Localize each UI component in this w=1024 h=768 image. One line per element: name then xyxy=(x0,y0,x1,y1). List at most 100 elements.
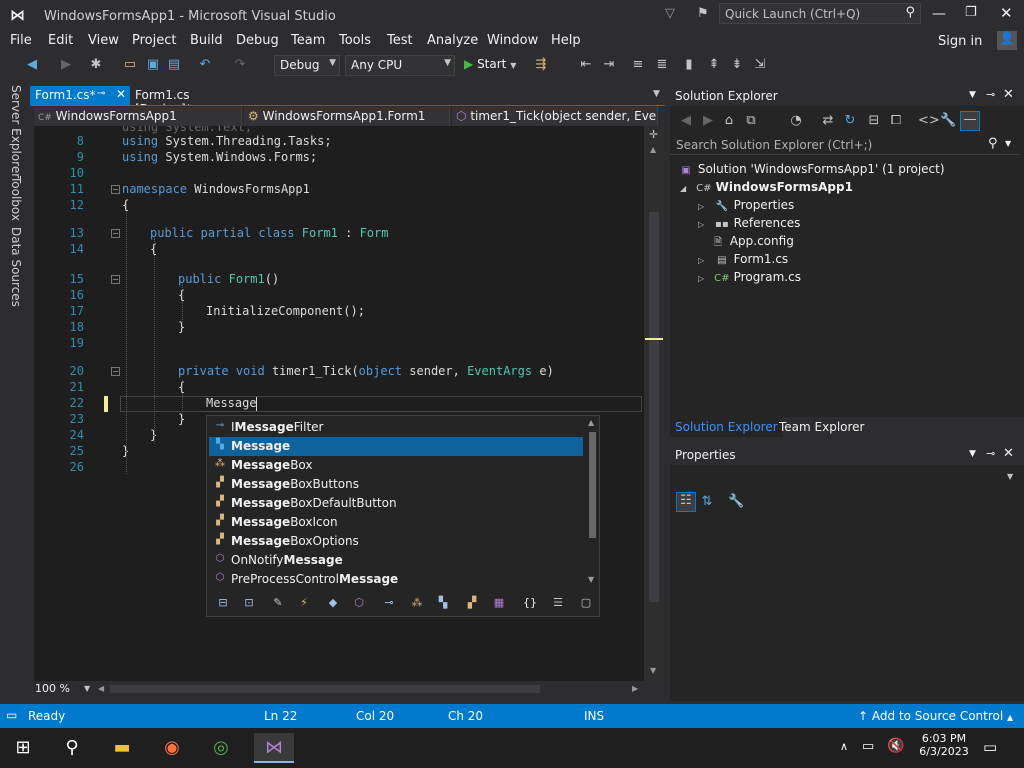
quick-launch-input[interactable]: Quick Launch (Ctrl+Q) ⚲ xyxy=(719,3,921,24)
class-dropdown[interactable]: ⚙ WindowsFormsApp1.Form1 xyxy=(244,107,450,126)
back-icon[interactable]: ◀ xyxy=(678,113,694,129)
solution-configuration-select[interactable]: Debug ▼ xyxy=(274,55,340,76)
filter-modules-icon[interactable]: ▦ xyxy=(491,596,507,612)
preview-selected-icon[interactable]: — xyxy=(960,111,980,131)
chevron-down-icon[interactable]: ▼ xyxy=(969,449,976,459)
filter-classes-icon[interactable]: ⊡ xyxy=(241,596,257,612)
menu-edit[interactable]: Edit xyxy=(48,33,73,48)
menu-debug[interactable]: Debug xyxy=(236,33,279,48)
back-icon[interactable]: ◀ xyxy=(24,57,40,73)
filter-fields-icon[interactable]: ◆ xyxy=(325,596,341,612)
solution-search-input[interactable]: Search Solution Explorer (Ctrl+;) ⚲ ▼ xyxy=(670,135,1020,155)
start-button[interactable]: ▶ Start ▼ xyxy=(464,57,516,71)
close-tab-icon[interactable]: ✕ xyxy=(116,87,126,101)
alphabetical-icon[interactable]: ⇅ xyxy=(699,494,715,510)
tab-form1-cs[interactable]: Form1.cs* ⊸ ✕ xyxy=(30,86,130,105)
filter-icon[interactable]: ▽ xyxy=(665,6,675,21)
forward-icon[interactable]: ▶ xyxy=(700,113,716,129)
expand-popup-icon[interactable]: ▢ xyxy=(578,596,594,612)
pending-changes-icon[interactable]: ◔ xyxy=(788,113,804,129)
solution-platform-select[interactable]: Any CPU ▼ xyxy=(345,55,455,76)
volume-icon[interactable]: 🔇 xyxy=(887,738,904,754)
chevron-down-icon[interactable]: ▼ xyxy=(969,90,976,100)
editor-vertical-scrollbar[interactable]: ✛ ▲ ▼ xyxy=(644,126,664,681)
completion-item[interactable]: ▞ MessageBoxButtons xyxy=(209,475,583,494)
scroll-right-arrow[interactable]: ▶ xyxy=(632,684,638,693)
show-hidden-icons[interactable]: ∧ xyxy=(840,740,848,753)
chrome-icon[interactable]: ◎ xyxy=(206,733,236,763)
open-file-icon[interactable]: ▭ xyxy=(122,57,138,73)
filter-namespaces-icon[interactable]: ⊟ xyxy=(215,596,231,612)
filter-structures-icon[interactable]: ▚ xyxy=(435,596,451,612)
tree-references[interactable]: ▷ ▪▪ References xyxy=(698,216,800,230)
close-icon[interactable]: ✕ xyxy=(1003,446,1014,461)
properties-wrench-icon[interactable]: 🔧 xyxy=(940,113,956,129)
fold-toggle-icon[interactable]: − xyxy=(111,229,120,238)
save-all-icon[interactable]: ▤ xyxy=(166,57,182,73)
completion-item[interactable]: ▞ MessageBoxIcon xyxy=(209,513,583,532)
toolbox-tab[interactable]: Toolbox xyxy=(9,176,23,221)
visual-studio-icon[interactable]: ⋈ xyxy=(254,733,294,763)
notifications-icon[interactable]: ▭ xyxy=(983,738,997,756)
scroll-thumb[interactable] xyxy=(649,212,659,602)
sign-in-link[interactable]: Sign in xyxy=(938,34,982,49)
outdent-icon[interactable]: ≣ xyxy=(654,57,670,73)
collapsed-arrow-icon[interactable]: ▷ xyxy=(698,256,710,265)
menu-test[interactable]: Test xyxy=(387,33,413,48)
zoom-level-select[interactable]: 100 % ▼ xyxy=(32,681,92,697)
menu-window[interactable]: Window xyxy=(487,33,538,48)
scroll-down-arrow[interactable]: ▼ xyxy=(588,575,594,584)
completion-item[interactable]: ⊸ IMessageFilter xyxy=(209,418,583,437)
clock[interactable]: 6:03 PM 6/3/2023 xyxy=(916,732,972,758)
completion-item[interactable]: ⬡ PreProcessControlMessage xyxy=(209,570,583,589)
search-icon[interactable]: ⚲ xyxy=(57,733,87,763)
scroll-thumb[interactable] xyxy=(589,432,596,538)
comment-out-icon[interactable]: ⇤ xyxy=(578,57,594,73)
account-icon[interactable]: 👤 xyxy=(997,31,1017,50)
menu-file[interactable]: File xyxy=(10,33,32,48)
close-icon[interactable]: ✕ xyxy=(1003,87,1014,102)
filter-interfaces-icon[interactable]: ⊸ xyxy=(381,596,397,612)
pin-icon[interactable]: ⊸ xyxy=(986,447,995,460)
completion-item[interactable]: ▞ MessageBoxDefaultButton xyxy=(209,494,583,513)
completion-item[interactable]: ⁂ MessageBox xyxy=(209,456,583,475)
scroll-left-arrow[interactable]: ◀ xyxy=(98,684,104,693)
expanded-arrow-icon[interactable]: ◢ xyxy=(680,184,692,193)
home-icon[interactable]: ⌂ xyxy=(721,113,737,129)
tab-form1-design[interactable]: Form1.cs [Design]* xyxy=(130,86,250,116)
sync-icon[interactable]: ⇄ xyxy=(820,113,836,129)
categorized-icon[interactable]: ☷ xyxy=(676,492,696,512)
new-project-icon[interactable]: ✱ xyxy=(88,57,104,73)
filter-events-icon[interactable]: ⚡ xyxy=(296,596,312,612)
filter-keywords-icon[interactable]: {} xyxy=(522,596,538,612)
bookmark-icon[interactable]: ▮ xyxy=(681,57,697,73)
pin-icon[interactable]: ⊸ xyxy=(97,88,105,99)
file-explorer-icon[interactable]: ▬ xyxy=(107,733,137,763)
tree-form1[interactable]: ▷ ▤ Form1.cs xyxy=(698,252,788,266)
save-icon[interactable]: ▣ xyxy=(145,57,161,73)
split-icon[interactable]: ✛ xyxy=(649,128,658,141)
scroll-down-arrow[interactable]: ▼ xyxy=(650,666,656,675)
property-pages-icon[interactable]: 🔧 xyxy=(728,494,744,510)
tab-solution-explorer[interactable]: Solution Explorer xyxy=(670,417,783,437)
menu-project[interactable]: Project xyxy=(132,33,176,48)
menu-view[interactable]: View xyxy=(88,33,119,48)
undo-icon[interactable]: ↶ xyxy=(197,57,213,73)
filter-methods-icon[interactable]: ⬡ xyxy=(351,596,367,612)
tree-app-config[interactable]: 🗎 App.config xyxy=(710,234,794,252)
member-dropdown[interactable]: ⬡ timer1_Tick(object sender, EventA xyxy=(452,107,658,126)
add-to-source-control-button[interactable]: ↑ Add to Source Control ▲ xyxy=(858,709,1013,723)
menu-tools[interactable]: Tools xyxy=(339,33,371,48)
show-all-files-icon[interactable]: ⧠ xyxy=(888,113,904,129)
filter-enums-icon[interactable]: ▞ xyxy=(464,596,480,612)
project-dropdown[interactable]: C# WindowsFormsApp1 xyxy=(34,107,242,126)
redo-icon[interactable]: ↷ xyxy=(232,57,248,73)
collapse-all-icon[interactable]: ⊟ xyxy=(866,113,882,129)
tab-overflow-icon[interactable]: ▼ xyxy=(653,89,660,99)
tab-team-explorer[interactable]: Team Explorer xyxy=(774,417,870,437)
scroll-up-arrow[interactable]: ▲ xyxy=(650,145,656,154)
filter-properties-icon[interactable]: ✎ xyxy=(270,596,286,612)
menu-build[interactable]: Build xyxy=(190,33,223,48)
minimize-button[interactable]: — xyxy=(932,6,946,22)
firefox-icon[interactable]: ◉ xyxy=(157,733,187,763)
